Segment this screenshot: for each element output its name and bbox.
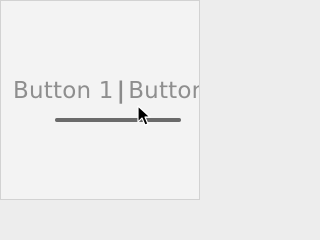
viewport: Button 1|Button 2: [0, 0, 200, 200]
horizontal-scroll-track[interactable]: [55, 118, 181, 122]
button-separator: |: [116, 78, 126, 104]
button-1[interactable]: Button 1: [13, 75, 114, 107]
button-bar: Button 1|Button 2: [13, 75, 199, 107]
mouse-pointer-icon: [137, 105, 151, 126]
button-2[interactable]: Button 2: [128, 75, 199, 107]
